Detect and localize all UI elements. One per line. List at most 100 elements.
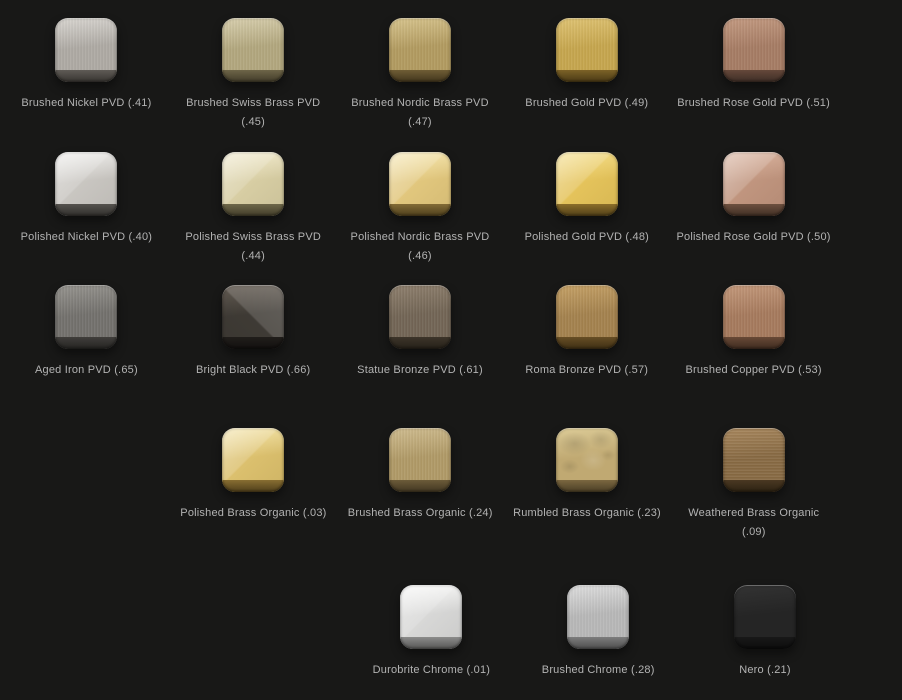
finish-swatch[interactable] bbox=[222, 18, 284, 82]
swatch-bottom-edge bbox=[734, 637, 796, 649]
finish-texture bbox=[389, 285, 451, 337]
finish-texture bbox=[734, 585, 796, 637]
finish-option-nero-21[interactable]: Nero (.21) bbox=[682, 585, 849, 680]
finish-texture bbox=[55, 285, 117, 337]
finish-label: Weathered Brass Organic (.09) bbox=[688, 504, 819, 542]
finish-swatch[interactable] bbox=[723, 152, 785, 216]
finish-swatch[interactable] bbox=[55, 18, 117, 82]
finish-label: Bright Black PVD (.66) bbox=[196, 361, 310, 380]
finish-option-brushed-copper-pvd-53[interactable]: Brushed Copper PVD (.53) bbox=[670, 285, 837, 380]
finish-swatch[interactable] bbox=[567, 585, 629, 649]
finish-label: Polished Brass Organic (.03) bbox=[180, 504, 326, 523]
finish-option-brushed-chrome-28[interactable]: Brushed Chrome (.28) bbox=[515, 585, 682, 680]
finish-option-weathered-brass-organic-09[interactable]: Weathered Brass Organic (.09) bbox=[670, 428, 837, 542]
finish-option-polished-rose-gold-pvd-50[interactable]: Polished Rose Gold PVD (.50) bbox=[670, 152, 837, 247]
swatch-bottom-edge bbox=[55, 204, 117, 216]
finish-swatch[interactable] bbox=[222, 428, 284, 492]
finish-swatch[interactable] bbox=[389, 152, 451, 216]
swatch-bottom-edge bbox=[556, 70, 618, 82]
swatch-bottom-edge bbox=[222, 204, 284, 216]
finish-option-polished-gold-pvd-48[interactable]: Polished Gold PVD (.48) bbox=[503, 152, 670, 247]
finish-row-3: Aged Iron PVD (.65) Bright Black PVD (.66… bbox=[0, 285, 837, 380]
finish-swatch[interactable] bbox=[55, 152, 117, 216]
swatch-bottom-edge bbox=[389, 204, 451, 216]
swatch-bottom-edge bbox=[723, 337, 785, 349]
finish-label: Rumbled Brass Organic (.23) bbox=[513, 504, 661, 523]
finish-swatch[interactable] bbox=[723, 428, 785, 492]
finish-row-2: Polished Nickel PVD (.40) Polished Swiss … bbox=[0, 152, 837, 266]
finish-texture bbox=[389, 18, 451, 70]
finish-option-brushed-nickel-pvd-41[interactable]: Brushed Nickel PVD (.41) bbox=[3, 18, 170, 113]
finish-label: Nero (.21) bbox=[739, 661, 791, 680]
finish-option-durobrite-chrome-01[interactable]: Durobrite Chrome (.01) bbox=[348, 585, 515, 680]
finish-texture bbox=[55, 18, 117, 70]
finish-label: Brushed Chrome (.28) bbox=[542, 661, 655, 680]
finish-label: Brushed Nickel PVD (.41) bbox=[21, 94, 151, 113]
finish-option-aged-iron-pvd-65[interactable]: Aged Iron PVD (.65) bbox=[3, 285, 170, 380]
finish-swatch[interactable] bbox=[389, 428, 451, 492]
swatch-bottom-edge bbox=[55, 70, 117, 82]
finish-texture bbox=[556, 18, 618, 70]
finish-label: Brushed Nordic Brass PVD (.47) bbox=[351, 94, 488, 132]
swatch-bottom-edge bbox=[723, 480, 785, 492]
finish-label: Brushed Swiss Brass PVD (.45) bbox=[186, 94, 320, 132]
finish-swatch[interactable] bbox=[556, 285, 618, 349]
finish-option-bright-black-pvd-66[interactable]: Bright Black PVD (.66) bbox=[170, 285, 337, 380]
finish-option-roma-bronze-pvd-57[interactable]: Roma Bronze PVD (.57) bbox=[503, 285, 670, 380]
swatch-bottom-edge bbox=[389, 70, 451, 82]
finish-label: Brushed Brass Organic (.24) bbox=[348, 504, 493, 523]
finish-label: Polished Gold PVD (.48) bbox=[525, 228, 649, 247]
swatch-bottom-edge bbox=[389, 337, 451, 349]
finish-option-statue-bronze-pvd-61[interactable]: Statue Bronze PVD (.61) bbox=[337, 285, 504, 380]
finish-swatch[interactable] bbox=[723, 18, 785, 82]
finish-label: Brushed Copper PVD (.53) bbox=[685, 361, 821, 380]
finish-label: Aged Iron PVD (.65) bbox=[35, 361, 138, 380]
finish-texture bbox=[556, 285, 618, 337]
swatch-bottom-edge bbox=[400, 637, 462, 649]
finish-swatch[interactable] bbox=[723, 285, 785, 349]
finish-swatch[interactable] bbox=[55, 285, 117, 349]
finish-option-polished-brass-organic-03[interactable]: Polished Brass Organic (.03) bbox=[170, 428, 337, 523]
swatch-bottom-edge bbox=[723, 204, 785, 216]
finish-swatch[interactable] bbox=[556, 18, 618, 82]
finish-label: Polished Nickel PVD (.40) bbox=[21, 228, 153, 247]
finish-option-brushed-rose-gold-pvd-51[interactable]: Brushed Rose Gold PVD (.51) bbox=[670, 18, 837, 113]
finish-swatch[interactable] bbox=[400, 585, 462, 649]
swatch-bottom-edge bbox=[556, 204, 618, 216]
finish-swatch[interactable] bbox=[556, 152, 618, 216]
finish-swatch[interactable] bbox=[734, 585, 796, 649]
swatch-bottom-edge bbox=[222, 70, 284, 82]
finish-option-rumbled-brass-organic-23[interactable]: Rumbled Brass Organic (.23) bbox=[504, 428, 671, 523]
finish-swatch[interactable] bbox=[222, 152, 284, 216]
finish-label: Polished Swiss Brass PVD (.44) bbox=[185, 228, 321, 266]
finish-label: Statue Bronze PVD (.61) bbox=[357, 361, 483, 380]
finish-swatch[interactable] bbox=[556, 428, 618, 492]
finish-swatch[interactable] bbox=[389, 285, 451, 349]
finish-option-brushed-swiss-brass-pvd-45[interactable]: Brushed Swiss Brass PVD (.45) bbox=[170, 18, 337, 132]
swatch-bottom-edge bbox=[222, 337, 284, 349]
swatch-bottom-edge bbox=[222, 480, 284, 492]
finish-label: Roma Bronze PVD (.57) bbox=[525, 361, 648, 380]
finish-row-4: Polished Brass Organic (.03) Brushed Bras… bbox=[0, 428, 837, 542]
finish-texture bbox=[556, 428, 618, 480]
finish-swatch[interactable] bbox=[389, 18, 451, 82]
swatch-bottom-edge bbox=[389, 480, 451, 492]
swatch-bottom-edge bbox=[723, 70, 785, 82]
finish-option-polished-nickel-pvd-40[interactable]: Polished Nickel PVD (.40) bbox=[3, 152, 170, 247]
finish-option-brushed-brass-organic-24[interactable]: Brushed Brass Organic (.24) bbox=[337, 428, 504, 523]
finish-label: Brushed Rose Gold PVD (.51) bbox=[677, 94, 830, 113]
finish-texture bbox=[723, 285, 785, 337]
finish-row-5: Durobrite Chrome (.01) Brushed Chrome (.2… bbox=[0, 585, 848, 680]
finish-option-polished-nordic-brass-pvd-46[interactable]: Polished Nordic Brass PVD (.46) bbox=[337, 152, 504, 266]
finish-option-brushed-nordic-brass-pvd-47[interactable]: Brushed Nordic Brass PVD (.47) bbox=[337, 18, 504, 132]
finish-row-1: Brushed Nickel PVD (.41) Brushed Swiss Br… bbox=[0, 18, 837, 132]
finish-option-polished-swiss-brass-pvd-44[interactable]: Polished Swiss Brass PVD (.44) bbox=[170, 152, 337, 266]
finish-label: Durobrite Chrome (.01) bbox=[373, 661, 491, 680]
swatch-bottom-edge bbox=[556, 480, 618, 492]
swatch-bottom-edge bbox=[556, 337, 618, 349]
finish-label: Polished Nordic Brass PVD (.46) bbox=[351, 228, 490, 266]
finish-option-brushed-gold-pvd-49[interactable]: Brushed Gold PVD (.49) bbox=[503, 18, 670, 113]
swatch-bottom-edge bbox=[567, 637, 629, 649]
finish-swatch[interactable] bbox=[222, 285, 284, 349]
finish-texture bbox=[567, 585, 629, 637]
